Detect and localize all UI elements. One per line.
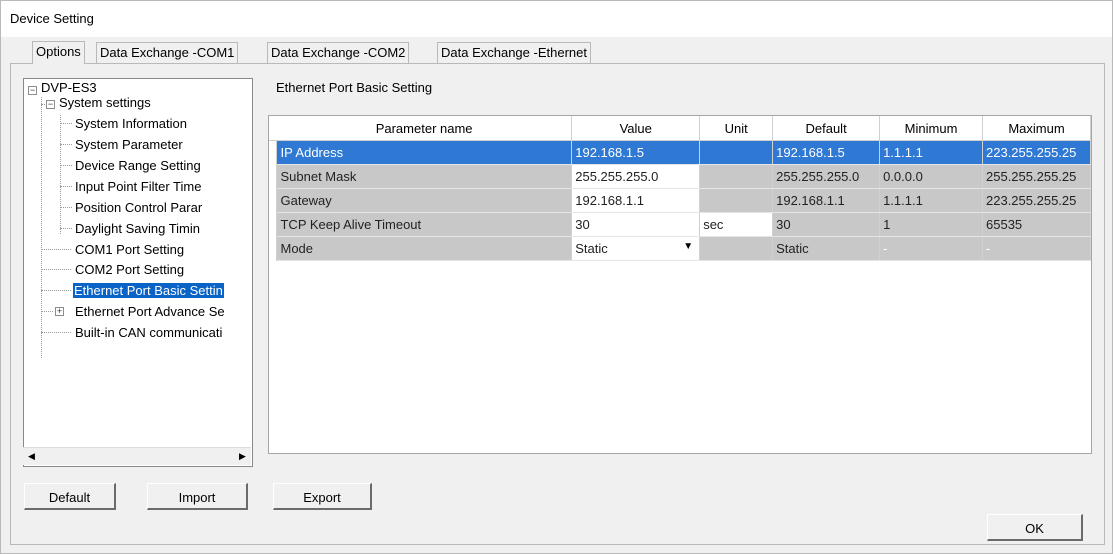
tree-node-ethernet-basic[interactable]: Ethernet Port Basic Settin [73, 282, 224, 299]
tree-node-com2-port-setting[interactable]: COM2 Port Setting [74, 261, 185, 278]
tree-horizontal-scrollbar[interactable]: ◀ ▶ [23, 447, 251, 465]
row-header [269, 236, 278, 261]
col-header-parameter-name[interactable]: Parameter name [276, 116, 573, 141]
param-name-cell: Gateway [276, 188, 573, 213]
minimum-cell: 1 [879, 212, 983, 237]
mode-select[interactable]: Static ▼ [571, 236, 701, 261]
row-header [269, 212, 278, 237]
dropdown-arrow-icon[interactable]: ▼ [683, 241, 693, 252]
row-header [269, 140, 278, 165]
scroll-right-icon[interactable]: ▶ [234, 448, 251, 465]
tree-node-input-point-filter-time[interactable]: Input Point Filter Time [74, 178, 202, 195]
value-cell[interactable]: 192.168.1.5 [571, 140, 701, 165]
value-cell[interactable]: 192.168.1.1 [571, 188, 701, 213]
table-row-ip-address[interactable]: IP Address 192.168.1.5 192.168.1.5 1.1.1… [269, 140, 1091, 165]
settings-tree[interactable]: − DVP-ES3 − System settings System Infor… [23, 78, 253, 467]
mode-select-value: Static [575, 241, 608, 256]
col-header-default[interactable]: Default [772, 116, 881, 141]
tab-data-exchange-com1[interactable]: Data Exchange -COM1 [96, 42, 239, 63]
tree-node-daylight-saving[interactable]: Daylight Saving Timin [74, 220, 201, 237]
default-cell: 255.255.255.0 [772, 164, 881, 189]
unit-cell [699, 164, 774, 189]
tree-node-system-information[interactable]: System Information [74, 115, 188, 132]
col-header-minimum[interactable]: Minimum [879, 116, 983, 141]
tab-data-exchange-ethernet[interactable]: Data Exchange -Ethernet [437, 42, 591, 63]
maximum-cell: 65535 [982, 212, 1091, 237]
unit-cell [699, 236, 774, 261]
tree-node-system-parameter[interactable]: System Parameter [74, 136, 184, 153]
device-setting-dialog: Device Setting Options Data Exchange -CO… [0, 0, 1113, 554]
tree-node-system-settings[interactable]: System settings [58, 94, 152, 111]
row-header [269, 164, 278, 189]
minimum-cell: 0.0.0.0 [879, 164, 983, 189]
maximum-cell: 223.255.255.25 [982, 140, 1091, 165]
export-button[interactable]: Export [273, 483, 372, 510]
parameter-table: Parameter name Value Unit Default Minimu… [269, 116, 1091, 261]
maximum-cell: 255.255.255.25 [982, 164, 1091, 189]
value-cell[interactable]: 30 [571, 212, 701, 237]
table-row-gateway[interactable]: Gateway 192.168.1.1 192.168.1.1 1.1.1.1 … [269, 188, 1091, 213]
param-name-cell: IP Address [276, 140, 573, 165]
minimum-cell: 1.1.1.1 [879, 188, 983, 213]
unit-cell [699, 140, 774, 165]
table-row-tcp-keep-alive[interactable]: TCP Keep Alive Timeout 30 sec 30 1 65535 [269, 212, 1091, 237]
tree-node-ethernet-advance[interactable]: Ethernet Port Advance Se [74, 303, 226, 320]
param-name-cell: TCP Keep Alive Timeout [276, 212, 573, 237]
unit-cell: sec [699, 212, 774, 237]
title-bar: Device Setting [1, 1, 1112, 37]
default-button[interactable]: Default [24, 483, 116, 510]
unit-cell [699, 188, 774, 213]
row-header [269, 188, 278, 213]
default-cell: 30 [772, 212, 881, 237]
maximum-cell: - [982, 236, 1091, 261]
header-corner [269, 116, 277, 141]
tree-node-com1-port-setting[interactable]: COM1 Port Setting [74, 241, 185, 258]
section-title: Ethernet Port Basic Setting [276, 80, 433, 95]
tree-node-device-range-setting[interactable]: Device Range Setting [74, 157, 202, 174]
tree-node-position-control[interactable]: Position Control Parar [74, 199, 203, 216]
minimum-cell: 1.1.1.1 [879, 140, 983, 165]
value-cell[interactable]: 255.255.255.0 [571, 164, 701, 189]
collapse-system-settings-icon[interactable]: − [46, 100, 55, 109]
ok-button[interactable]: OK [987, 514, 1083, 541]
parameter-grid: Parameter name Value Unit Default Minimu… [268, 115, 1092, 454]
default-cell: 192.168.1.5 [772, 140, 881, 165]
col-header-unit[interactable]: Unit [699, 116, 774, 141]
minimum-cell: - [879, 236, 983, 261]
param-name-cell: Mode [276, 236, 573, 261]
table-header-row: Parameter name Value Unit Default Minimu… [269, 116, 1091, 141]
import-button[interactable]: Import [147, 483, 248, 510]
table-row-subnet-mask[interactable]: Subnet Mask 255.255.255.0 255.255.255.0 … [269, 164, 1091, 189]
table-row-mode[interactable]: Mode Static ▼ Static - - [269, 236, 1091, 261]
default-cell: 192.168.1.1 [772, 188, 881, 213]
col-header-maximum[interactable]: Maximum [982, 116, 1091, 141]
tree-node-built-in-can[interactable]: Built-in CAN communicati [74, 324, 223, 341]
tab-data-exchange-com2[interactable]: Data Exchange -COM2 [267, 42, 410, 63]
default-cell: Static [772, 236, 881, 261]
scroll-left-icon[interactable]: ◀ [23, 448, 40, 465]
window-title: Device Setting [10, 11, 94, 26]
expand-ethernet-advance-icon[interactable]: + [55, 307, 64, 316]
tab-options[interactable]: Options [32, 41, 85, 64]
col-header-value[interactable]: Value [571, 116, 701, 141]
collapse-root-icon[interactable]: − [28, 86, 37, 95]
maximum-cell: 223.255.255.25 [982, 188, 1091, 213]
param-name-cell: Subnet Mask [276, 164, 573, 189]
